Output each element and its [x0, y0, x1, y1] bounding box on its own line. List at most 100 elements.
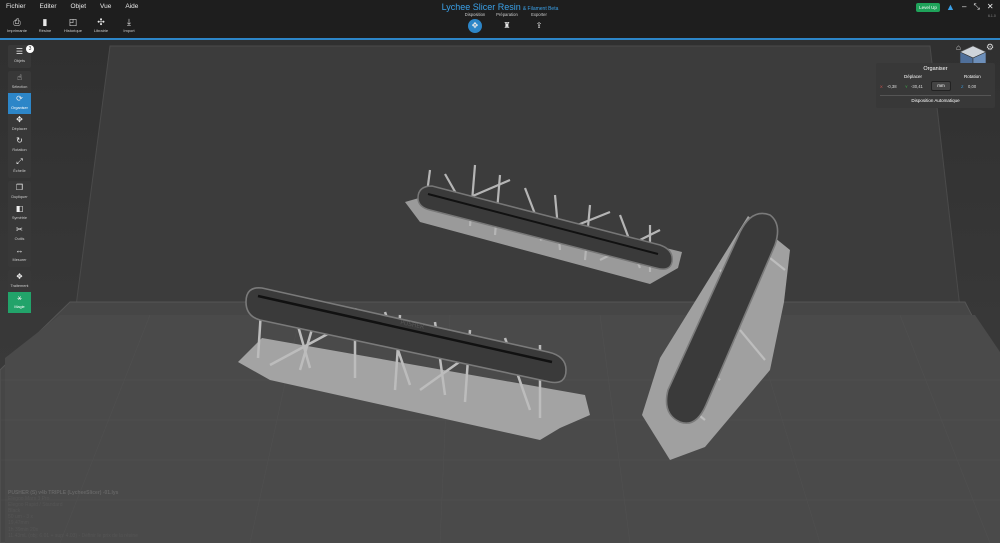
mode-label: Disposition [464, 12, 486, 17]
unit-select[interactable]: mm [931, 81, 951, 91]
magic-icon: ⚹ [17, 293, 22, 302]
tool-magic[interactable]: ⚹ Magie [8, 292, 31, 313]
selection-icon: ☝ [17, 73, 22, 82]
quickbar-label: Import [123, 28, 135, 33]
left-toolbar: ☰ Objets ☝ Sélection ⟳ Organiser ✥ Déplacer ↻ Rot… [8, 45, 31, 317]
tool-processing[interactable]: ❖ Traitement [8, 271, 31, 292]
printer-icon: ⎙ [13, 17, 21, 27]
library-icon: ✣ [97, 17, 105, 27]
quickbar-label: Résine [38, 28, 52, 33]
info-lines: Elegoo Mars 3 Pro Elegoo Rapid / Standard… [8, 496, 138, 539]
tool-label: Déplacer [11, 127, 28, 131]
rotation-value-input[interactable]: 0,00 [968, 84, 976, 89]
quickbar-label: Librairie [93, 28, 109, 33]
rotation-icon: ↻ [16, 136, 23, 145]
mode-switcher: Disposition ✥ Préparation ♜ Exporter ⇪ [462, 12, 552, 33]
menu-fichier[interactable]: Fichier [6, 3, 26, 10]
tool-group: ☝ Sélection ⟳ Organiser ✥ Déplacer ↻ Rotation ⤢ É… [8, 71, 31, 178]
panel-title: Organiser [923, 66, 948, 72]
menu-editer[interactable]: Editer [40, 3, 57, 10]
z-axis-label: Z [961, 84, 964, 89]
info-line: 11.43mL (obj: 6.01 + sup: 4.03) - Défini… [8, 532, 138, 539]
y-value-input[interactable]: -30,41 [911, 84, 923, 89]
window-controls: – ⤡ ✕ [962, 2, 994, 12]
processing-icon: ❖ [15, 272, 24, 281]
x-value-input[interactable]: -0,38 [887, 84, 897, 89]
home-icon[interactable]: ⌂ [956, 43, 961, 52]
quickbar-import-button[interactable]: ⤓ Import [118, 16, 140, 33]
quickbar-resin-bottle-button[interactable]: ▮ Résine [34, 16, 56, 33]
tool-label: Sélection [11, 85, 28, 89]
app-title: Lychee Slicer Resin & Filament Beta [0, 2, 1000, 12]
quickbar-label: Imprimante [6, 28, 27, 33]
gear-icon[interactable]: ⚙ [986, 42, 994, 53]
tool-mirror[interactable]: ◧ Symétrie [8, 203, 31, 224]
print-info: PUSHER (S) v4b TRIPLE (LycheeSlicer) -01… [8, 490, 138, 539]
duplicate-icon: ❐ [15, 183, 24, 192]
move-icon: ✥ [16, 115, 23, 124]
tool-scissors[interactable]: ✂ Outils [8, 224, 31, 245]
y-axis-label: Y [905, 84, 908, 89]
tool-label: Dupliquer [11, 195, 28, 199]
tool-selection[interactable]: ☝ Sélection [8, 72, 31, 93]
x-axis-label: X [880, 84, 883, 89]
mirror-icon: ◧ [15, 204, 24, 213]
menu-aide[interactable]: Aide [125, 3, 138, 10]
quickbar-library-button[interactable]: ✣ Librairie [90, 16, 112, 33]
scissors-icon: ✂ [16, 225, 23, 234]
tool-scale[interactable]: ⤢ Échelle [8, 156, 31, 177]
preparation-icon: ♜ [503, 21, 511, 30]
tool-rotation[interactable]: ↻ Rotation [8, 135, 31, 156]
menu-objet[interactable]: Objet [71, 3, 87, 10]
mode-label: Exporter [531, 12, 547, 17]
3d-viewport[interactable]: PUSHER [0, 40, 1000, 543]
organize-panel: Organiser Déplacer Rotation X -0,38 Y -3… [876, 63, 995, 108]
tool-label: Magie [14, 305, 25, 309]
tool-label: Rotation [12, 148, 27, 152]
mode-disposition[interactable]: Disposition ✥ [462, 12, 488, 33]
close-icon[interactable]: ✕ [987, 2, 994, 12]
disposition-icon: ✥ [468, 19, 482, 33]
tool-label: Objets [14, 59, 25, 63]
quick-toolbar: ⎙ Imprimante ▮ Résine ◰ Historique ✣ Librairie ⤓… [6, 16, 140, 33]
top-bar: Fichier Editer Objet Vue Aide Lychee Sli… [0, 0, 1000, 40]
tool-measure[interactable]: ↔ Mesurer [8, 245, 31, 266]
quickbar-label: Historique [63, 28, 82, 33]
mode-export[interactable]: Exporter ⇪ [526, 12, 552, 33]
quickbar-printer-button[interactable]: ⎙ Imprimante [6, 16, 28, 33]
organize-icon: ⟳ [16, 94, 23, 103]
export-icon: ⇪ [535, 21, 543, 30]
tool-move[interactable]: ✥ Déplacer [8, 114, 31, 135]
scale-icon: ⤢ [16, 157, 23, 166]
measure-icon: ↔ [15, 246, 24, 255]
mode-preparation[interactable]: Préparation ♜ [494, 12, 520, 33]
menu-bar: Fichier Editer Objet Vue Aide [6, 3, 138, 10]
minimize-icon[interactable]: – [962, 2, 966, 12]
app-title-text: Lychee Slicer Resin [441, 2, 521, 12]
warning-icon[interactable]: ▲ [946, 2, 955, 12]
version-label: 6.1.0 [988, 14, 996, 18]
tool-label: Organiser [11, 106, 28, 110]
tool-label: Échelle [13, 169, 26, 173]
mode-label: Préparation [496, 12, 518, 17]
panel-divider [880, 95, 991, 96]
app-window: PUSHER Fichier Editer Objet Vue Aide Lyc… [0, 0, 1000, 543]
tool-label: Symétrie [12, 216, 27, 220]
quickbar-history-button[interactable]: ◰ Historique [62, 16, 84, 33]
tool-group: ❖ Traitement ⚹ Magie [8, 270, 31, 314]
object-count-badge: 3 [26, 45, 34, 53]
tool-group: ❐ Dupliquer ◧ Symétrie ✂ Outils ↔ Mesurer [8, 181, 31, 267]
tool-duplicate[interactable]: ❐ Dupliquer [8, 182, 31, 203]
level-up-button[interactable]: Level Up [916, 3, 940, 12]
tool-label: Traitement [10, 284, 29, 288]
history-icon: ◰ [68, 17, 78, 27]
tool-organize[interactable]: ⟳ Organiser [8, 93, 31, 114]
restore-icon[interactable]: ⤡ [973, 2, 979, 12]
resin-bottle-icon: ▮ [42, 17, 48, 27]
tool-label: Outils [14, 237, 25, 241]
tool-label: Mesurer [12, 258, 27, 262]
move-header: Déplacer [904, 74, 923, 79]
menu-vue[interactable]: Vue [100, 3, 111, 10]
import-icon: ⤓ [127, 17, 131, 27]
auto-arrange-button[interactable]: Disposition Automatique [876, 98, 995, 103]
